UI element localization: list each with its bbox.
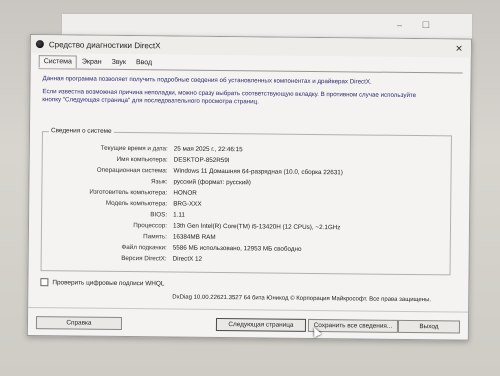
info-row-pagefile: Файл подкачки: 5586 МБ использовано, 129… — [42, 243, 442, 254]
system-info-group: Сведения о системе Текущие время и дата:… — [40, 127, 452, 276]
tab-input[interactable]: Ввод — [131, 56, 157, 69]
directx-icon — [35, 40, 44, 49]
next-page-button[interactable]: Следующая страница — [215, 317, 307, 332]
info-row-os: Операционная система: Windows 11 Домашня… — [43, 166, 443, 177]
info-row-computer-name: Имя компьютера: DESKTOP-852R59I — [43, 155, 443, 166]
info-row-bios: BIOS: 1.11 — [42, 210, 442, 221]
info-label: BIOS: — [150, 211, 168, 219]
tab-display[interactable]: Экран — [77, 55, 107, 68]
info-row-manufacturer: Изготовитель компьютера: HONOR — [42, 188, 442, 199]
info-value: 25 мая 2025 г., 22:46:15 — [173, 145, 243, 154]
close-icon[interactable]: ✕ — [455, 43, 463, 54]
info-value: 5586 МБ использовано, 12953 МБ свободно — [172, 244, 302, 253]
info-label: Имя компьютера: — [116, 155, 168, 164]
whql-label: Проверить цифровые подписи WHQL — [52, 278, 165, 287]
whql-checkbox[interactable]: Проверить цифровые подписи WHQL — [40, 278, 164, 287]
window-title: Средство диагностики DirectX — [48, 39, 161, 50]
copyright-text: DxDiag 10.00.22621.3527 64 бита Юникод ©… — [172, 294, 432, 304]
info-row-datetime: Текущие время и дата: 25 мая 2025 г., 22… — [43, 144, 443, 155]
info-label: Процессор: — [133, 222, 168, 230]
info-row-language: Язык: русский (формат: русский) — [42, 177, 442, 188]
maximize-icon: ☐ — [421, 20, 430, 30]
tab-sound[interactable]: Звук — [107, 56, 131, 69]
footer-divider — [28, 306, 469, 313]
dxdiag-window: Средство диагностики DirectX ✕ Система Э… — [26, 34, 472, 341]
info-value: 16384MB RAM — [172, 233, 216, 241]
info-value: DirectX 12 — [172, 255, 203, 263]
info-label: Язык: — [150, 178, 168, 186]
title-bar: Средство диагностики DirectX ✕ — [30, 35, 471, 58]
info-row-model: Модель компьютера: BRG-XXX — [42, 199, 442, 210]
system-info-title: Сведения о системе — [48, 127, 114, 135]
info-label: Текущие время и дата: — [100, 144, 168, 153]
description-line-1: Данная программа позволяет получить подр… — [42, 75, 372, 86]
info-label: Изготовитель компьютера: — [89, 188, 168, 197]
info-label: Память: — [143, 233, 167, 241]
help-button[interactable]: Справка — [35, 316, 123, 330]
minimize-icon: – — [396, 20, 402, 30]
info-value: Windows 11 Домашняя 64-разрядная (10.0, … — [173, 167, 343, 177]
info-label: Операционная система: — [96, 166, 168, 175]
checkbox-icon[interactable] — [40, 278, 49, 287]
info-value: DESKTOP-852R59I — [173, 156, 230, 165]
save-all-button[interactable]: Сохранить все сведения... — [307, 318, 399, 333]
info-row-memory: Память: 16384MB RAM — [42, 232, 442, 243]
info-label: Версия DirectX: — [121, 254, 167, 263]
info-value: 13th Gen Intel(R) Core(TM) i5-13420H (12… — [172, 222, 341, 232]
info-value: HONOR — [173, 189, 197, 197]
tab-system[interactable]: Система — [38, 55, 77, 69]
info-value: BRG-XXX — [173, 200, 202, 208]
exit-button[interactable]: Выход — [397, 319, 461, 334]
info-label: Файл подкачки: — [121, 243, 167, 252]
info-row-directx-version: Версия DirectX: DirectX 12 — [42, 254, 442, 265]
info-value: русский (формат: русский) — [173, 178, 251, 187]
info-row-processor: Процессор: 13th Gen Intel(R) Core(TM) i5… — [42, 221, 442, 232]
info-label: Модель компьютера: — [105, 199, 168, 208]
info-value: 1.11 — [173, 211, 185, 219]
